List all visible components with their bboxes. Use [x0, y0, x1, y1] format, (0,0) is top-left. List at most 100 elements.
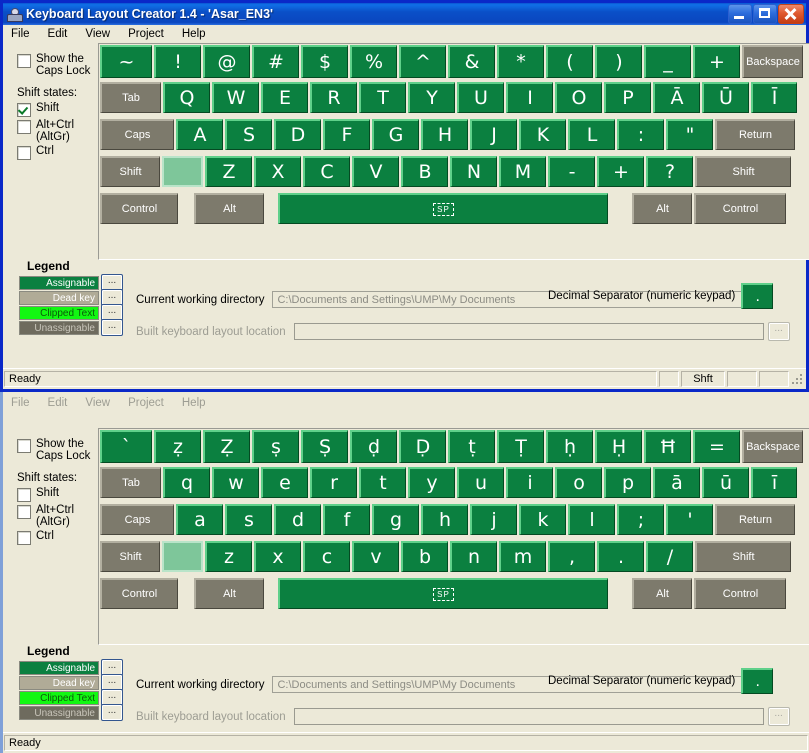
- key--[interactable]: .: [597, 541, 644, 572]
- key--[interactable]: -: [548, 156, 595, 187]
- key-t[interactable]: T: [359, 82, 406, 113]
- legend-unassignable-button-inactive[interactable]: ...: [101, 704, 123, 721]
- show-caps-lock-checkbox-inactive[interactable]: [17, 439, 31, 453]
- keyboard-layout-creator-window-active[interactable]: Keyboard Layout Creator 1.4 - 'Asar_EN3'…: [0, 0, 809, 392]
- shift-state-option[interactable]: Shift: [17, 102, 98, 117]
- key-l[interactable]: L: [568, 119, 615, 150]
- key--[interactable]: ẓ: [154, 430, 201, 463]
- key-control[interactable]: Control: [694, 193, 786, 224]
- key--[interactable]: ;: [617, 504, 664, 535]
- key-z[interactable]: z: [205, 541, 252, 572]
- ctrl-checkbox-inactive[interactable]: [17, 531, 31, 545]
- key--[interactable]: `: [100, 430, 152, 463]
- key-f[interactable]: F: [323, 119, 370, 150]
- key-shift[interactable]: Shift: [695, 541, 791, 572]
- key-d[interactable]: D: [274, 119, 321, 150]
- menu-item-help[interactable]: Help: [182, 28, 206, 40]
- key--[interactable]: ā: [653, 467, 700, 498]
- key-alt[interactable]: Alt: [194, 578, 264, 609]
- key-selected-key[interactable]: [162, 156, 203, 187]
- altgr-checkbox[interactable]: [17, 120, 31, 134]
- key--[interactable]: =: [693, 430, 740, 463]
- key-selected-key[interactable]: [162, 541, 203, 572]
- key-u[interactable]: U: [457, 82, 504, 113]
- key-l[interactable]: l: [568, 504, 615, 535]
- key-c[interactable]: c: [303, 541, 350, 572]
- menu-bar-inactive[interactable]: File Edit View Project Help: [3, 392, 809, 412]
- menu-item-file[interactable]: File: [11, 28, 30, 40]
- maximize-button[interactable]: [753, 4, 777, 24]
- key-d[interactable]: d: [274, 504, 321, 535]
- key-s[interactable]: S: [225, 119, 272, 150]
- key--[interactable]: ī: [751, 467, 797, 498]
- menu-item-help-inactive[interactable]: Help: [182, 397, 206, 409]
- key-g[interactable]: G: [372, 119, 419, 150]
- key--[interactable]: ṭ: [448, 430, 495, 463]
- key-alt[interactable]: Alt: [632, 578, 692, 609]
- menu-item-edit[interactable]: Edit: [48, 28, 68, 40]
- key-alt[interactable]: Alt: [632, 193, 692, 224]
- key-b[interactable]: B: [401, 156, 448, 187]
- key--[interactable]: Ḥ: [595, 430, 642, 463]
- menu-bar[interactable]: File Edit View Project Help: [3, 25, 806, 43]
- key-f[interactable]: f: [323, 504, 370, 535]
- key-control[interactable]: Control: [694, 578, 786, 609]
- altgr-checkbox-inactive[interactable]: [17, 505, 31, 519]
- show-caps-lock-option-inactive[interactable]: Show the Caps Lock: [17, 438, 98, 462]
- key-n[interactable]: N: [450, 156, 497, 187]
- key--[interactable]: /: [646, 541, 693, 572]
- key--[interactable]: !: [154, 45, 201, 78]
- decimal-separator-key[interactable]: .: [741, 283, 774, 309]
- key-tab[interactable]: Tab: [100, 82, 161, 113]
- key--[interactable]: _: [644, 45, 691, 78]
- key-w[interactable]: w: [212, 467, 259, 498]
- menu-item-project-inactive[interactable]: Project: [128, 397, 164, 409]
- key-o[interactable]: O: [555, 82, 602, 113]
- key-k[interactable]: K: [519, 119, 566, 150]
- key-v[interactable]: V: [352, 156, 399, 187]
- menu-item-view[interactable]: View: [85, 28, 110, 40]
- key--[interactable]: Ẓ: [203, 430, 250, 463]
- key--[interactable]: Ū: [702, 82, 749, 113]
- key-r[interactable]: R: [310, 82, 357, 113]
- key-z[interactable]: Z: [205, 156, 252, 187]
- key-caps[interactable]: Caps: [100, 119, 174, 150]
- key-shift[interactable]: Shift: [695, 156, 791, 187]
- key-w[interactable]: W: [212, 82, 259, 113]
- key-y[interactable]: Y: [408, 82, 455, 113]
- key-j[interactable]: J: [470, 119, 517, 150]
- key--[interactable]: Ṣ: [301, 430, 348, 463]
- key-h[interactable]: h: [421, 504, 468, 535]
- key-g[interactable]: g: [372, 504, 419, 535]
- key--[interactable]: Ḍ: [399, 430, 446, 463]
- key-sp[interactable]: SP: [278, 193, 608, 224]
- key-control[interactable]: Control: [100, 193, 178, 224]
- key--[interactable]: (: [546, 45, 593, 78]
- key--[interactable]: ḥ: [546, 430, 593, 463]
- altgr-state-option-inactive[interactable]: Alt+Ctrl (AltGr): [17, 504, 98, 528]
- key-return[interactable]: Return: [715, 504, 795, 535]
- key-e[interactable]: e: [261, 467, 308, 498]
- key-a[interactable]: a: [176, 504, 223, 535]
- key--[interactable]: ,: [548, 541, 595, 572]
- legend-unassignable-button[interactable]: ...: [101, 319, 123, 336]
- key--[interactable]: Ā: [653, 82, 700, 113]
- resize-grip[interactable]: [790, 372, 804, 386]
- ctrl-checkbox[interactable]: [17, 146, 31, 160]
- key--[interactable]: ?: [646, 156, 693, 187]
- key-u[interactable]: u: [457, 467, 504, 498]
- key--[interactable]: ṣ: [252, 430, 299, 463]
- key--[interactable]: $: [301, 45, 348, 78]
- ctrl-state-option-inactive[interactable]: Ctrl: [17, 530, 98, 545]
- key-alt[interactable]: Alt: [194, 193, 264, 224]
- key-tab[interactable]: Tab: [100, 467, 161, 498]
- key--[interactable]: ū: [702, 467, 749, 498]
- menu-item-edit-inactive[interactable]: Edit: [48, 397, 68, 409]
- key-p[interactable]: P: [604, 82, 651, 113]
- key-y[interactable]: y: [408, 467, 455, 498]
- key-backspace[interactable]: Backspace: [742, 430, 803, 463]
- key-sp[interactable]: SP: [278, 578, 608, 609]
- key-e[interactable]: E: [261, 82, 308, 113]
- key-m[interactable]: m: [499, 541, 546, 572]
- shift-checkbox[interactable]: [17, 103, 31, 117]
